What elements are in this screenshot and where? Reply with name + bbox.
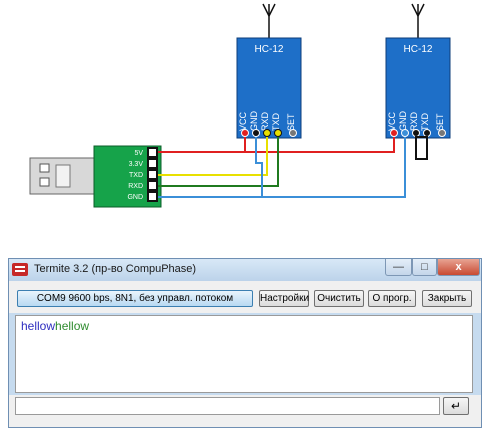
- pin-label-gnd-r: GND: [398, 111, 408, 132]
- wires: [158, 136, 428, 198]
- sent-text: hellow: [21, 319, 56, 333]
- maximize-button[interactable]: □: [412, 259, 437, 276]
- input-row: ↵: [9, 395, 481, 427]
- wire-gnd-blue: [158, 137, 406, 198]
- close-window-button[interactable]: x: [437, 259, 480, 276]
- settings-button[interactable]: Настройки: [259, 290, 309, 307]
- pin-label-txd-r: TXD: [420, 112, 430, 131]
- wire-txd-yellow: [158, 137, 268, 176]
- about-button[interactable]: О прогр.: [368, 290, 416, 307]
- adapter-pin-gnd: GND: [127, 194, 143, 201]
- termite-app-icon: [12, 263, 28, 276]
- module-label-left: HC-12: [255, 44, 284, 55]
- received-text: hellow: [55, 319, 90, 333]
- wire-rxd-green: [158, 137, 279, 187]
- close-button[interactable]: Закрыть: [422, 290, 472, 307]
- pin-label-vcc: VCC: [238, 111, 248, 131]
- output-area[interactable]: hellowhellow: [15, 315, 473, 393]
- send-input[interactable]: [15, 397, 440, 415]
- termite-window: Termite 3.2 (пр-во CompuPhase) — □ x COM…: [8, 258, 482, 428]
- pin-label-txd: TXD: [271, 112, 281, 131]
- clear-button[interactable]: Очистить: [314, 290, 364, 307]
- adapter-pin-5v: 5V: [134, 150, 143, 157]
- wiring-svg: HC-12 VCC GND RXD TXD SET HC-12 VCC GND …: [29, 3, 451, 208]
- toolbar: COM9 9600 bps, 8N1, без управл. потоком …: [9, 281, 481, 313]
- pin-label-rxd: RXD: [260, 111, 270, 131]
- title-bar[interactable]: Termite 3.2 (пр-во CompuPhase) — □ x: [9, 259, 481, 281]
- hc12-module-left: HC-12 VCC GND RXD TXD SET: [236, 3, 302, 139]
- pin-label-vcc-r: VCC: [387, 111, 397, 131]
- usb-plug: [29, 157, 99, 195]
- minimize-button[interactable]: —: [385, 259, 412, 276]
- module-label-right: HC-12: [404, 44, 433, 55]
- wire-5v-red: [158, 137, 395, 153]
- adapter-pin-rxd: RXD: [128, 183, 143, 190]
- window-title: Termite 3.2 (пр-во CompuPhase): [34, 263, 197, 275]
- wire-loop-black: [415, 136, 428, 160]
- hc12-module-right: HC-12 VCC GND RXD TXD SET: [385, 3, 451, 139]
- pin-label-gnd: GND: [249, 111, 259, 132]
- pin-label-rxd-r: RXD: [409, 111, 419, 131]
- wire-gnd-blue-left: [255, 137, 263, 197]
- pin-label-set: SET: [286, 113, 296, 131]
- adapter-pin-txd: TXD: [129, 172, 143, 179]
- adapter-pin-3v3: 3.3V: [129, 161, 144, 168]
- com-port-settings-button[interactable]: COM9 9600 bps, 8N1, без управл. потоком: [17, 290, 253, 307]
- usb-uart-adapter: 5V 3.3V TXD RXD GND: [93, 145, 162, 208]
- send-button[interactable]: ↵: [443, 397, 469, 415]
- wiring-diagram: HC-12 VCC GND RXD TXD SET HC-12 VCC GND …: [0, 0, 488, 255]
- output-text: hellowhellow: [21, 319, 89, 333]
- pin-label-set-r: SET: [435, 113, 445, 131]
